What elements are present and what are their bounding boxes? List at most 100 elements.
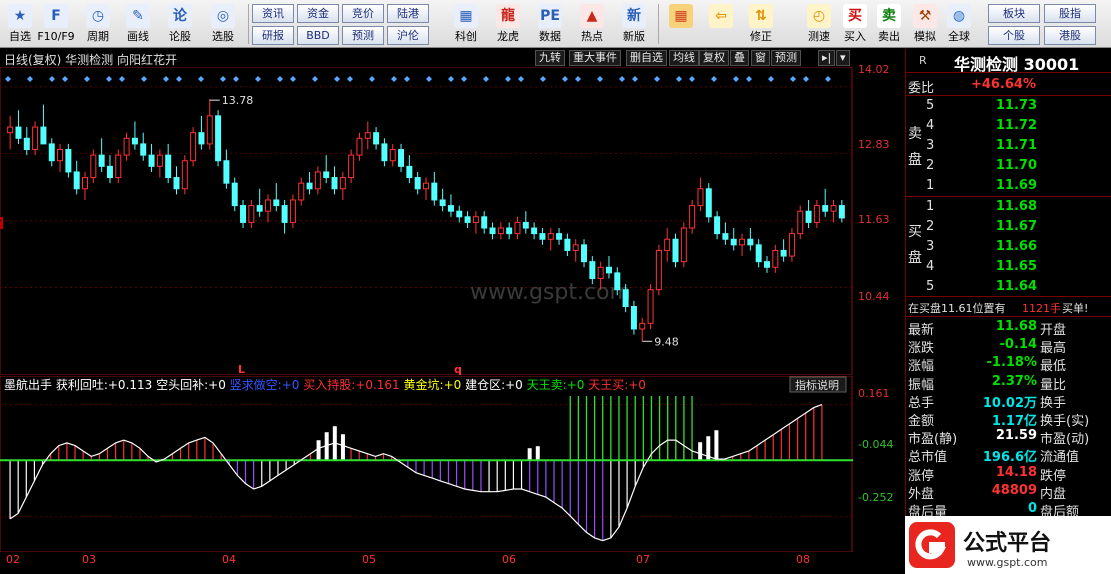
signal-diamond-icon [5,76,11,82]
toolbar-hot-button[interactable]: ▲ 热点 [572,2,612,46]
candle-body [90,154,97,179]
expand-icon[interactable]: ▸| [818,50,836,66]
toolbar-market-button[interactable]: 港股 [1044,26,1096,45]
candle-body [264,199,271,212]
buy-level-row[interactable]: 4 11.65 [906,257,1111,277]
toolbar-select-button[interactable]: ◎ 选股 [203,2,243,46]
toolbar-back-arrow-button[interactable]: ⇦ [704,2,738,46]
candle-body [364,132,371,139]
quote-value: 14.18 [995,464,1037,480]
candle-body [414,177,421,190]
chart-tab[interactable]: 预测 [771,50,801,66]
candle-body [431,182,438,201]
signal-diamond-icon [163,76,169,82]
chart-area[interactable]: 日线(复权) 华测检测 向阳红花开 九转 重大事件 删自选 均线 复权叠窗预测 ▸| ▾ w… [0,49,853,569]
quote-value: -0.14 [999,337,1037,353]
quote-panel: R 华测检测 30001 委比 +46.64% 5 11.73 4 11.72 3 11.71… [905,49,1111,574]
grid-icon: ▦ [669,4,693,28]
toolbar-updown-button[interactable]: ⇅ 修正 [744,2,778,46]
signal-diamond-icon [347,76,353,82]
toolbar-market-button[interactable]: 个股 [988,26,1040,45]
toolbar-label: 买入 [844,30,866,43]
buy-level-row[interactable]: 5 11.64 [906,277,1111,297]
sell-level-row[interactable]: 4 11.72 [906,116,1111,136]
candle-body [115,154,122,179]
signal-diamond-icon [597,76,603,82]
toolbar-f10-button[interactable]: F F10/F9 [36,2,76,46]
candle-body [672,238,679,263]
chart-tab[interactable]: 复权 [699,50,729,66]
level-index: 5 [926,98,935,113]
toolbar-market-button[interactable]: 板块 [988,4,1040,23]
toolbar-hammer-button[interactable]: ⚒ 模拟 [908,2,942,46]
candle-body [398,149,405,167]
toolbar-sell-button[interactable]: 卖卖出 [872,2,906,46]
candle-body [156,154,163,167]
signal-diamond-icon [176,76,182,82]
candle-body [106,165,113,179]
chart-tab[interactable]: 均线 [669,50,699,66]
buy-level-row[interactable]: 2 11.67 [906,217,1111,237]
candle-body [289,199,296,223]
speed-icon: ◴ [807,4,831,28]
signal-diamond-icon [49,76,55,82]
buy-level-row[interactable]: 1 11.68 [906,197,1111,217]
toolbar-small-button[interactable]: 沪伦 [387,26,429,45]
toolbar-grid-button[interactable]: ▦ [664,2,698,46]
stock-name[interactable]: 华测检测 30001 [954,51,1079,75]
toolbar-small-button[interactable]: BBD [297,26,339,45]
toolbar-small-button[interactable]: 资讯 [252,4,294,23]
quote-value: -1.18% [986,355,1038,371]
sell-level-row[interactable]: 3 11.71 [906,136,1111,156]
sell-level-row[interactable]: 1 11.69 [906,176,1111,196]
toolbar-small-button[interactable]: 研报 [252,26,294,45]
toolbar-label: 卖出 [878,30,900,43]
toolbar-label: 模拟 [914,30,936,43]
chart-tab[interactable]: 重大事件 [569,50,621,66]
quote-row: 最新 11.68 开盘 [906,317,1111,338]
toolbar-discuss-button[interactable]: 论论股 [160,2,200,46]
buy-level-row[interactable]: 3 11.66 [906,237,1111,257]
candle-body [173,177,180,190]
sell-level-row[interactable]: 5 11.73 [906,96,1111,116]
toolbar-chart-button[interactable]: ▦ 科创 [446,2,486,46]
chart-tab[interactable]: 叠 [730,50,749,66]
candle-body [556,233,563,240]
chart-title: 日线(复权) 华测检测 向阳红花开 [4,53,177,67]
candle-body [314,171,321,190]
f10-icon: F [44,4,68,28]
chart-tab[interactable]: 窗 [751,50,770,66]
level-index: 5 [926,279,935,294]
indicator-help-button[interactable]: 指标说明 [789,376,847,393]
toolbar-star-button[interactable]: ★ 自选 [0,2,40,46]
collapse-icon[interactable]: ▾ [836,50,850,66]
candle-body [123,137,130,156]
toolbar-small-button[interactable]: 竞价 [342,4,384,23]
toolbar-pe-button[interactable]: PE 数据 [530,2,570,46]
toolbar-new-button[interactable]: 新新版 [614,2,654,46]
toolbar-pen-button[interactable]: ✎ 画线 [118,2,158,46]
toolbar-speed-button[interactable]: ◴ 测速 [802,2,836,46]
chart-tab[interactable]: 删自选 [626,50,667,66]
toolbar-dragon-button[interactable]: 龍龙虎 [488,2,528,46]
quote-value: 2.37% [991,373,1037,389]
toolbar-globe-button[interactable]: ◍ 全球 [942,2,976,46]
toolbar-buy-button[interactable]: 买买入 [838,2,872,46]
toolbar-market-button[interactable]: 股指 [1044,4,1096,23]
toolbar-clock-button[interactable]: ◷ 周期 [78,2,118,46]
candle-body [447,205,454,212]
toolbar-small-button[interactable]: 资金 [297,4,339,23]
chart-icon: ▦ [454,4,478,28]
signal-diamond-icon [540,76,546,82]
candle-body [331,177,338,190]
candle-body [539,233,546,240]
signal-diamond-icon [391,76,397,82]
toolbar-small-button[interactable]: 预测 [342,26,384,45]
indicator-legend: 墨航出手 获利回吐:+0.113 空头回补:+0 竖求做空:+0 买入持股:+0… [4,377,646,392]
price-chart[interactable]: www.gspt.com 13.78 9.48 L q [0,67,853,375]
chart-tab[interactable]: 九转 [535,50,565,66]
sell-level-row[interactable]: 2 11.70 [906,156,1111,176]
indicator-chart[interactable]: 墨航出手 获利回吐:+0.113 空头回补:+0 竖求做空:+0 买入持股:+0… [0,376,853,552]
signal-diamond-icon [689,76,695,82]
toolbar-small-button[interactable]: 陆港 [387,4,429,23]
